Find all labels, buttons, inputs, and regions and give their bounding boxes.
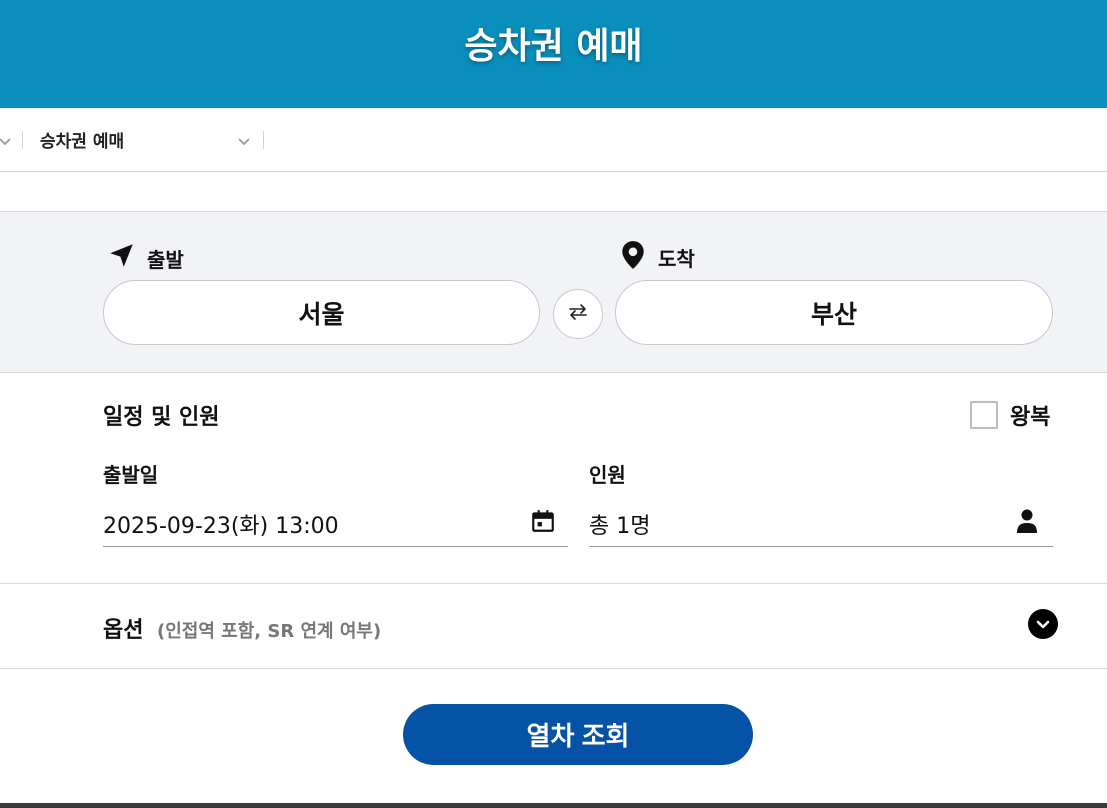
arrival-label: 도착 (658, 247, 695, 271)
schedule-title: 일정 및 인원 (103, 405, 220, 430)
roundtrip-checkbox[interactable] (970, 401, 998, 429)
departure-station-value: 서울 (298, 299, 345, 329)
swap-arrows-icon (566, 300, 590, 328)
passenger-field[interactable]: 총 1명 (589, 501, 1053, 547)
breadcrumb-divider (22, 130, 23, 149)
breadcrumb-divider (263, 130, 265, 149)
arrival-station-button[interactable]: 부산 (615, 280, 1053, 345)
arrival-station-value: 부산 (810, 299, 857, 329)
departure-label: 출발 (147, 247, 184, 272)
passenger-value: 총 1명 (589, 513, 651, 539)
date-label: 출발일 (103, 463, 159, 487)
departure-label-group: 출발 (108, 242, 184, 274)
roundtrip-toggle[interactable]: 왕복 (970, 399, 1050, 431)
passenger-label: 인원 (589, 463, 626, 487)
chevron-down-circle-icon[interactable] (1028, 609, 1058, 639)
breadcrumb-dropdown-icon[interactable] (237, 133, 251, 147)
departure-station-button[interactable]: 서울 (103, 280, 540, 345)
page-header: 승차권 예매 (0, 0, 1107, 108)
page-title: 승차권 예매 (464, 26, 643, 67)
options-subtitle: (인접역 포함, SR 연계 여부) (157, 621, 382, 642)
date-field[interactable]: 2025-09-23(화) 13:00 (103, 501, 568, 547)
roundtrip-label: 왕복 (1010, 405, 1051, 430)
person-icon (1015, 508, 1039, 540)
search-trains-button[interactable]: 열차 조회 (403, 704, 753, 765)
arrival-label-group: 도착 (620, 240, 695, 275)
options-title: 옵션 (103, 618, 144, 643)
breadcrumb: 승차권 예매 (0, 108, 1107, 172)
chevron-down-icon[interactable] (0, 133, 12, 147)
calendar-icon (530, 508, 556, 540)
date-value: 2025-09-23(화) 13:00 (103, 513, 339, 539)
route-section: 출발 도착 서울 부산 (0, 211, 1107, 373)
map-pin-icon (620, 240, 646, 275)
options-accordion[interactable]: 옵션 (인접역 포함, SR 연계 여부) (0, 584, 1107, 669)
navigation-arrow-icon (108, 242, 135, 274)
schedule-section: 일정 및 인원 왕복 출발일 2025-09-23(화) 13:00 인원 총 … (0, 373, 1107, 584)
swap-stations-button[interactable] (553, 289, 603, 339)
breadcrumb-current[interactable]: 승차권 예매 (40, 127, 124, 152)
bottom-bar (0, 803, 1107, 808)
